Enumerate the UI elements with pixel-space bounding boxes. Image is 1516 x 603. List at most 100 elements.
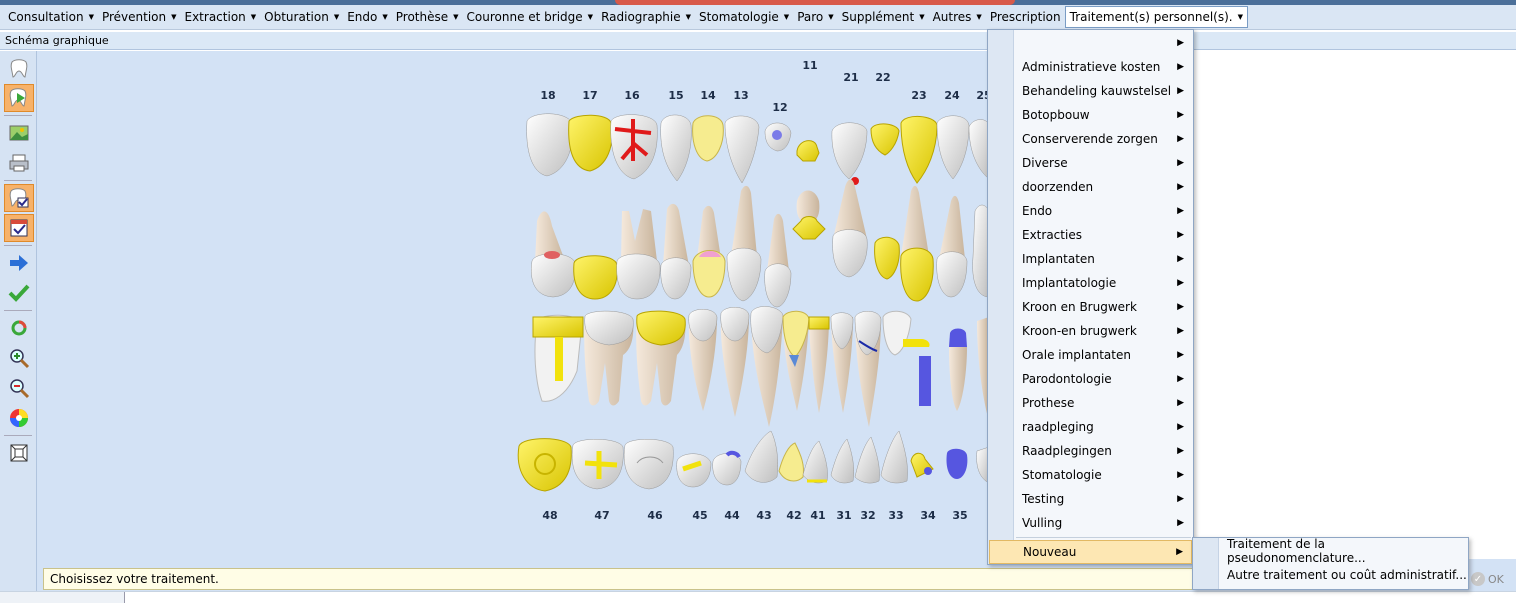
ok-button[interactable]: ✓ OK — [1471, 569, 1513, 589]
dropdown-item-behandeling-kauwstelsel[interactable]: Behandeling kauwstelsel ▶ — [989, 79, 1192, 103]
dropdown-arrow-icon: ▼ — [88, 13, 94, 21]
submenu-arrow-icon: ▶ — [1177, 254, 1184, 264]
menu-prothese[interactable]: Prothèse ▼ — [392, 6, 463, 28]
dropdown-item-conserverende-zorgen[interactable]: Conserverende zorgen ▶ — [989, 127, 1192, 151]
dropdown-item-endo[interactable]: Endo ▶ — [989, 199, 1192, 223]
submenu-arrow-icon: ▶ — [1177, 230, 1184, 240]
printer-icon — [9, 154, 29, 172]
submenu-arrow-icon: ▶ — [1177, 518, 1184, 528]
separator — [4, 180, 32, 181]
dropdown-arrow-icon: ▼ — [828, 13, 834, 21]
submenu-arrow-icon: ▶ — [1177, 422, 1184, 432]
refresh-tool[interactable] — [4, 314, 34, 342]
submenu-arrow-icon: ▶ — [1177, 158, 1184, 168]
dropdown-item-blank[interactable]: ▶ — [989, 31, 1192, 55]
calendar-check-tool[interactable] — [4, 214, 34, 242]
menu-supplement[interactable]: Supplément ▼ — [838, 6, 929, 28]
submenu-arrow-icon: ▶ — [1177, 62, 1184, 72]
tooth-play-icon — [9, 88, 27, 107]
panel-title: Schéma graphique — [0, 32, 1516, 50]
menu-separator — [1016, 537, 1191, 538]
menu-couronne-bridge[interactable]: Couronne et bridge ▼ — [463, 6, 598, 28]
dropdown-item-kroon-en-brugwerk-2[interactable]: Kroon-en brugwerk ▶ — [989, 319, 1192, 343]
tooth-tool[interactable] — [4, 55, 34, 83]
menu-traitements-personnels[interactable]: Traitement(s) personnel(s). ▼ — [1064, 6, 1248, 28]
dropdown-arrow-icon: ▼ — [919, 13, 925, 21]
submenu-arrow-icon: ▶ — [1177, 278, 1184, 288]
zoom-out-tool[interactable] — [4, 374, 34, 402]
menu-obturation[interactable]: Obturation ▼ — [260, 6, 343, 28]
upper-buccal-row — [531, 179, 989, 308]
upper-occlusal-row — [526, 113, 989, 185]
menu-extraction[interactable]: Extraction ▼ — [181, 6, 261, 28]
print-tool[interactable] — [4, 149, 34, 177]
separator — [4, 115, 32, 116]
dropdown-item-stomatologie[interactable]: Stomatologie ▶ — [989, 463, 1192, 487]
dropdown-item-prothese[interactable]: Prothese ▶ — [989, 391, 1192, 415]
lower-occlusal-row — [517, 430, 989, 492]
dropdown-arrow-icon: ▼ — [587, 13, 594, 21]
tooth-play-tool[interactable] — [4, 84, 34, 112]
tooth-icon — [10, 59, 28, 78]
dropdown-item-doorzenden[interactable]: doorzenden ▶ — [989, 175, 1192, 199]
dropdown-item-implantatologie[interactable]: Implantatologie ▶ — [989, 271, 1192, 295]
color-wheel-icon — [10, 409, 28, 427]
submenu-arrow-icon: ▶ — [1177, 206, 1184, 216]
submenu-arrow-icon: ▶ — [1177, 134, 1184, 144]
nouveau-submenu: Traitement de la pseudonomenclature... A… — [1192, 537, 1469, 590]
zoom-in-tool[interactable] — [4, 344, 34, 372]
submenu-arrow-icon: ▶ — [1177, 446, 1184, 456]
dropdown-arrow-icon: ▼ — [333, 13, 340, 21]
status-segment — [0, 592, 125, 603]
tooth-check-tool[interactable] — [4, 184, 34, 212]
separator — [4, 245, 32, 246]
arrow-right-icon — [10, 255, 28, 271]
dropdown-arrow-icon: ▼ — [976, 13, 982, 21]
arrow-right-tool[interactable] — [4, 249, 34, 277]
submenu-arrow-icon: ▶ — [1176, 547, 1183, 557]
separator — [4, 310, 32, 311]
menu-paro[interactable]: Paro ▼ — [793, 6, 837, 28]
traitements-personnels-dropdown: ▶ Administratieve kosten ▶ Behandeling ka… — [987, 29, 1194, 565]
dropdown-item-testing[interactable]: Testing ▶ — [989, 487, 1192, 511]
dropdown-item-administratieve-kosten[interactable]: Administratieve kosten ▶ — [989, 55, 1192, 79]
submenu-item-pseudonomenclature[interactable]: Traitement de la pseudonomenclature... — [1194, 537, 1467, 565]
submenu-arrow-icon: ▶ — [1177, 38, 1184, 48]
dropdown-item-botopbouw[interactable]: Botopbouw ▶ — [989, 103, 1192, 127]
dropdown-item-extracties[interactable]: Extracties ▶ — [989, 223, 1192, 247]
lower-buccal-row — [532, 306, 989, 427]
menu-autres[interactable]: Autres ▼ — [929, 6, 986, 28]
menu-radiographie[interactable]: Radiographie ▼ — [597, 6, 695, 28]
dropdown-item-implantaten[interactable]: Implantaten ▶ — [989, 247, 1192, 271]
validate-tool[interactable] — [4, 279, 34, 307]
dropdown-item-diverse[interactable]: Diverse ▶ — [989, 151, 1192, 175]
submenu-arrow-icon: ▶ — [1177, 350, 1184, 360]
dropdown-item-raadpleging[interactable]: raadpleging ▶ — [989, 415, 1192, 439]
image-tool[interactable] — [4, 119, 34, 147]
menu-prevention[interactable]: Prévention ▼ — [98, 6, 181, 28]
dropdown-item-vulling[interactable]: Vulling ▶ — [989, 511, 1192, 535]
menu-stomatologie[interactable]: Stomatologie ▼ — [695, 6, 793, 28]
toolbar-vertical — [0, 51, 37, 591]
image-icon — [9, 125, 29, 141]
frame-tool[interactable] — [4, 439, 34, 467]
submenu-arrow-icon: ▶ — [1177, 494, 1184, 504]
menu-endo[interactable]: Endo ▼ — [343, 6, 392, 28]
color-tool[interactable] — [4, 404, 34, 432]
submenu-arrow-icon: ▶ — [1177, 398, 1184, 408]
dropdown-item-orale-implantaten[interactable]: Orale implantaten ▶ — [989, 343, 1192, 367]
dropdown-arrow-icon: ▼ — [783, 13, 790, 21]
dropdown-item-parodontologie[interactable]: Parodontologie ▶ — [989, 367, 1192, 391]
dropdown-item-raadplegingen[interactable]: Raadplegingen ▶ — [989, 439, 1192, 463]
checkmark-icon — [8, 284, 30, 302]
submenu-arrow-icon: ▶ — [1177, 374, 1184, 384]
menu-consultation[interactable]: Consultation ▼ — [4, 6, 98, 28]
submenu-item-autre-traitement[interactable]: Autre traitement ou coût administratif..… — [1194, 563, 1467, 587]
recycle-icon — [11, 320, 27, 336]
check-circle-icon: ✓ — [1471, 572, 1485, 586]
dropdown-arrow-icon: ▼ — [1237, 13, 1243, 21]
dropdown-item-nouveau[interactable]: Nouveau ▶ — [989, 540, 1192, 564]
menubar: Consultation ▼ Prévention ▼ Extraction ▼ Ob… — [0, 5, 1516, 30]
menu-prescription[interactable]: Prescription — [986, 6, 1065, 28]
dropdown-item-kroon-en-brugwerk[interactable]: Kroon en Brugwerk ▶ — [989, 295, 1192, 319]
